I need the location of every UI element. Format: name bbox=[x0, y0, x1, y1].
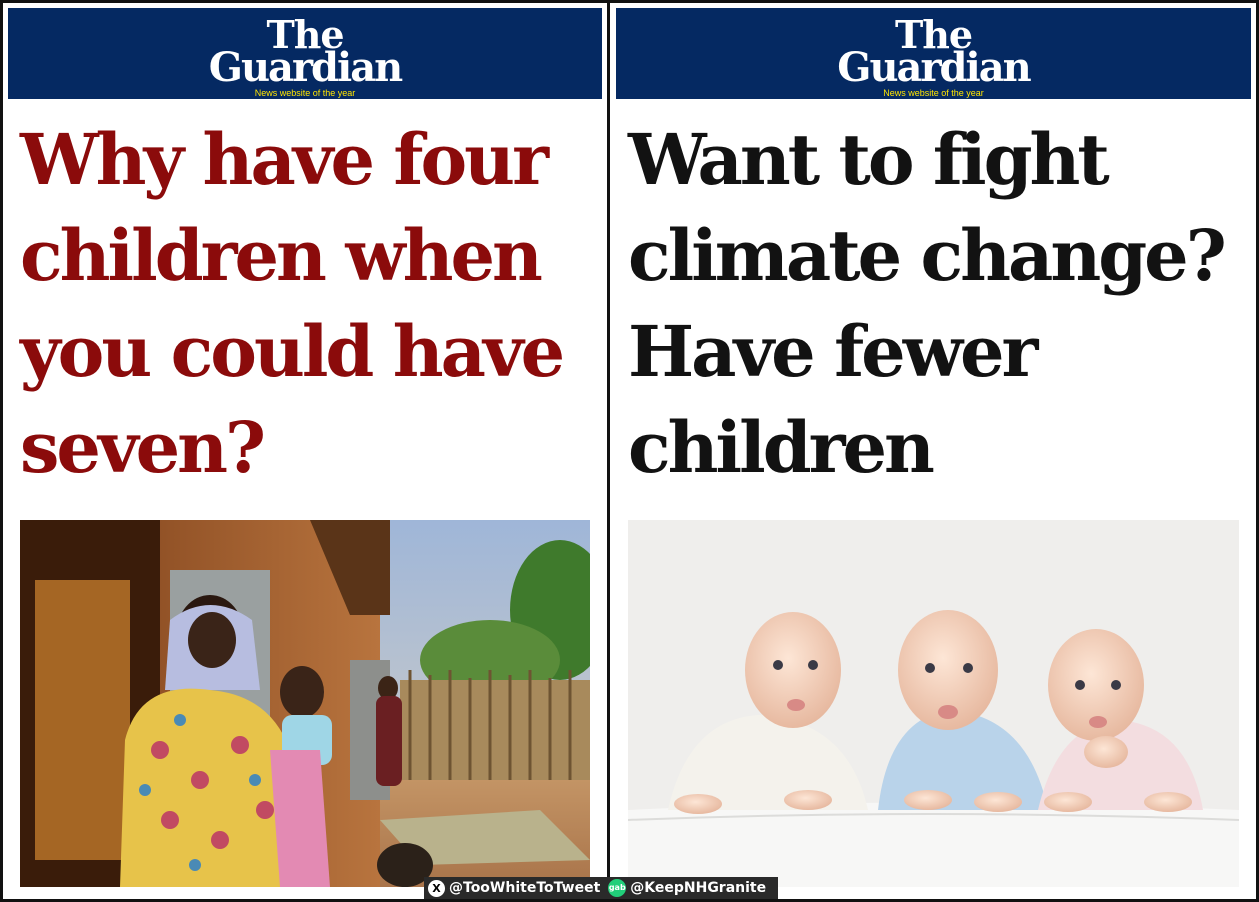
guardian-masthead-right: The Guardian News website of the year bbox=[616, 8, 1251, 99]
logo-tagline: News website of the year bbox=[254, 88, 356, 98]
gab-icon: gab bbox=[608, 879, 627, 897]
logo-guardian: Guardian bbox=[208, 44, 403, 91]
social-watermark: X @TooWhiteToTweet gab @KeepNHGranite bbox=[424, 877, 778, 899]
guardian-masthead-left: The Guardian News website of the year bbox=[8, 8, 602, 99]
photo-three-babies bbox=[628, 520, 1239, 887]
photo-mother-and-baby bbox=[20, 520, 590, 887]
headline-right: Want to fight climate change? Have fewer… bbox=[628, 118, 1227, 489]
left-panel: The Guardian News website of the year Wh… bbox=[3, 0, 607, 902]
right-panel: The Guardian News website of the year Wa… bbox=[610, 0, 1256, 902]
x-icon: X bbox=[428, 879, 445, 897]
logo-guardian: Guardian bbox=[837, 44, 1031, 91]
x-handle: @TooWhiteToTweet bbox=[449, 880, 601, 896]
logo-tagline: News website of the year bbox=[883, 88, 984, 98]
gab-handle: @KeepNHGranite bbox=[630, 880, 767, 896]
headline-left: Why have four children when you could ha… bbox=[20, 118, 565, 489]
